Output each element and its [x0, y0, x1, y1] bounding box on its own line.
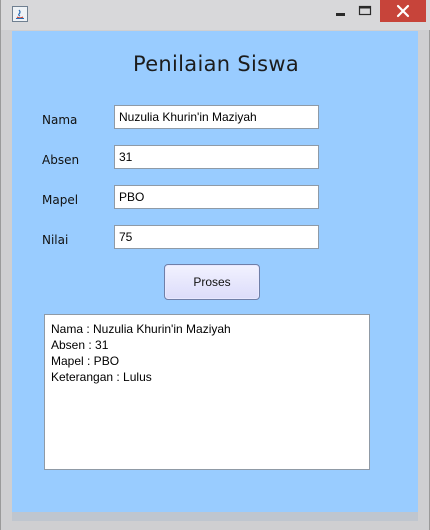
minimize-button[interactable] — [327, 0, 355, 22]
proses-button[interactable]: Proses — [164, 264, 260, 300]
title-bar — [1, 0, 430, 30]
result-line-nama: Nama : Nuzulia Khurin'in Maziyah — [51, 322, 231, 336]
result-line-mapel: Mapel : PBO — [51, 354, 120, 368]
result-line-absen: Absen : 31 — [51, 338, 109, 352]
result-textarea[interactable]: Nama : Nuzulia Khurin'in Maziyah Absen :… — [44, 314, 370, 470]
maximize-button[interactable] — [355, 0, 377, 22]
close-icon — [396, 4, 410, 18]
absen-label: Absen — [42, 153, 80, 167]
mapel-label: Mapel — [42, 193, 79, 207]
mapel-field[interactable]: PBO — [114, 185, 319, 209]
java-app-icon — [12, 6, 28, 22]
nama-field[interactable]: Nuzulia Khurin'in Maziyah — [114, 105, 319, 129]
page-title: Penilaian Siswa — [132, 52, 300, 76]
minimize-icon — [336, 13, 345, 16]
window-bottom-border — [12, 512, 418, 521]
nilai-field[interactable]: 75 — [114, 225, 319, 249]
app-window: Penilaian Siswa Nama Nuzulia Khurin'in M… — [0, 0, 430, 530]
absen-field[interactable]: 31 — [114, 145, 319, 169]
nilai-label: Nilai — [42, 233, 69, 247]
maximize-icon — [358, 5, 372, 16]
result-line-keterangan: Keterangan : Lulus — [51, 370, 152, 384]
nama-label: Nama — [42, 113, 78, 127]
close-button[interactable] — [380, 0, 426, 22]
